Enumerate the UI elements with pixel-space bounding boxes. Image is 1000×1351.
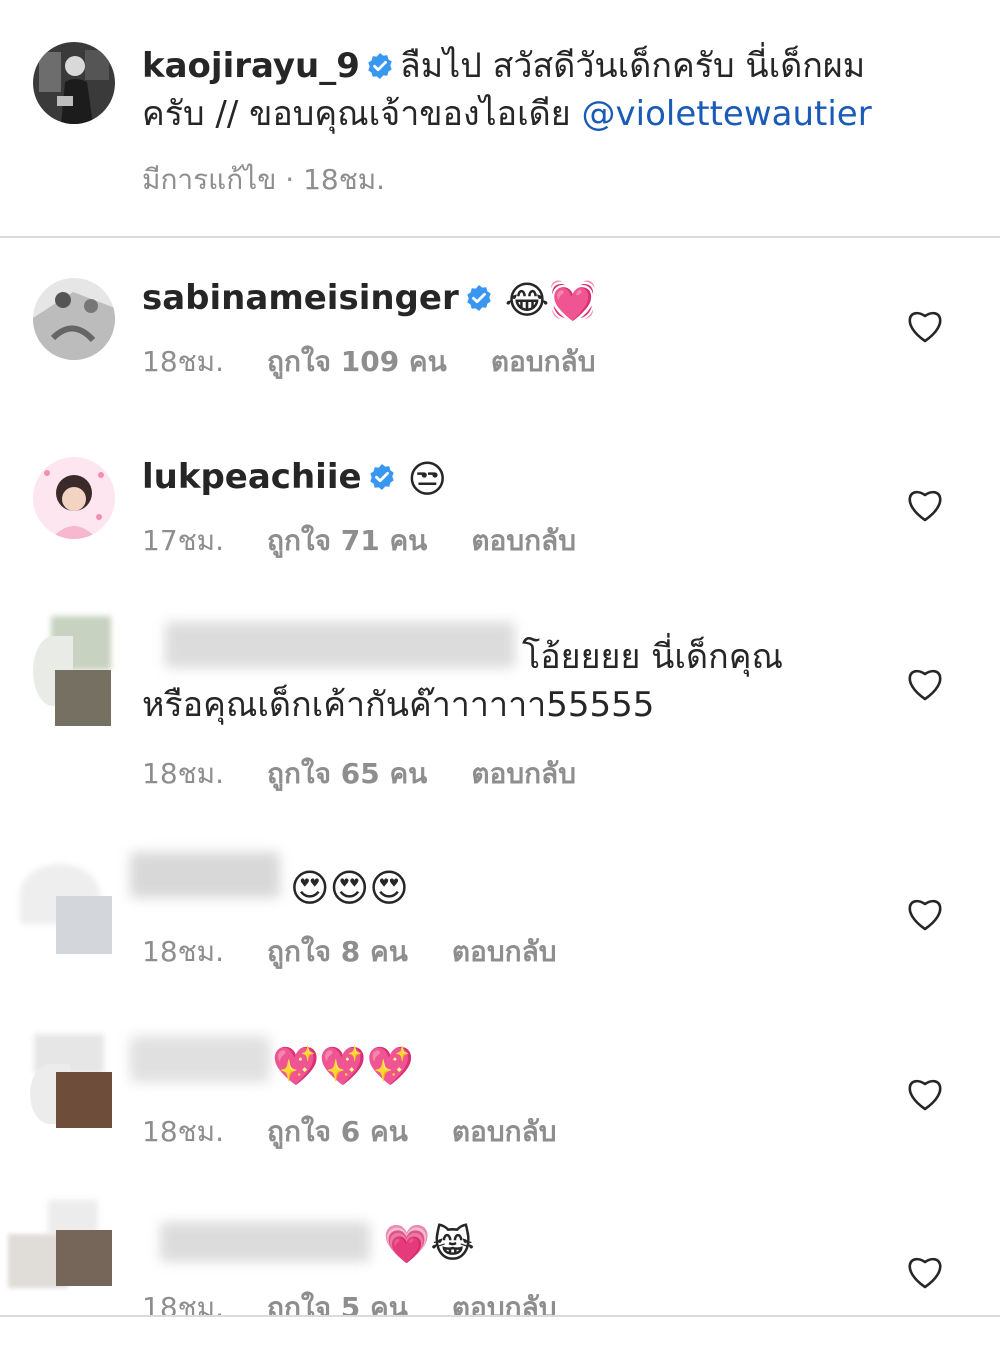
comment-item: 😍😍😍 18ชม. ถูกใจ 8 คน ตอบกลับ <box>0 846 1000 976</box>
verified-badge-icon <box>368 53 392 79</box>
reply-button[interactable]: ตอบกลับ <box>452 1115 557 1148</box>
comment-meta: 18ชม. ถูกใจ 6 คน ตอบกลับ <box>142 1110 557 1154</box>
comment-username[interactable]: sabinameisinger <box>142 278 459 318</box>
comment-time: 18ชม. <box>142 345 224 378</box>
bottom-divider <box>0 1315 1000 1351</box>
comment-meta: 18ชม. ถูกใจ 8 คน ตอบกลับ <box>142 930 557 974</box>
comment-username[interactable]: lukpeachiie <box>142 457 362 497</box>
reply-button[interactable]: ตอบกลับ <box>471 524 576 557</box>
caption-mention-link[interactable]: @violettewautier <box>582 94 872 134</box>
comment-item: 💖💖💖 18ชม. ถูกใจ 6 คน ตอบกลับ <box>0 1026 1000 1156</box>
reply-button[interactable]: ตอบกลับ <box>471 757 576 790</box>
heart-outline-icon[interactable] <box>906 1254 944 1290</box>
caption-username[interactable]: kaojirayu_9 <box>142 46 360 86</box>
comment-meta: 17ชม. ถูกใจ 71 คน ตอบกลับ <box>142 519 576 563</box>
censored-avatar[interactable] <box>8 1200 120 1310</box>
verified-badge-icon <box>467 285 491 311</box>
comment-text-line-1: โอ้ยยยย นี่เด็กคุณ <box>522 637 783 677</box>
caption-text: kaojirayu_9 ลืมไป สวัสดีวันเด็กครับ นี่เด… <box>142 42 922 138</box>
comment-item: โอ้ยยยย นี่เด็กคุณ หรือคุณเด็กเค้ากันค๊า… <box>0 616 1000 796</box>
caption-line-1: ลืมไป สวัสดีวันเด็กครับ นี่เด็กผม <box>399 46 866 86</box>
comment-avatar[interactable] <box>33 278 115 360</box>
comment-avatar[interactable] <box>33 457 115 539</box>
comment-meta: 18ชม. ถูกใจ 109 คน ตอบกลับ <box>142 340 595 384</box>
comment-likes[interactable]: ถูกใจ 71 คน <box>267 524 427 557</box>
heart-outline-icon[interactable] <box>906 666 944 702</box>
comment-likes[interactable]: ถูกใจ 109 คน <box>267 345 447 378</box>
post-caption: kaojirayu_9 ลืมไป สวัสดีวันเด็กครับ นี่เด… <box>0 0 1000 238</box>
comment-item: sabinameisinger 😂💓 18ชม. ถูกใจ 109 คน ตอบกล… <box>0 276 1000 406</box>
caption-line-2: ครับ // ขอบคุณเจ้าของไอเดีย <box>142 94 582 134</box>
comment-emoji: 😍😍😍 <box>290 866 409 910</box>
comment-likes[interactable]: ถูกใจ 6 คน <box>267 1115 408 1148</box>
censored-avatar[interactable] <box>20 864 115 954</box>
comment-item: lukpeachiie 😒 17ชม. ถูกใจ 71 คน ตอบกลับ <box>0 455 1000 585</box>
caption-meta: มีการแก้ไข · 18ชม. <box>142 163 386 196</box>
comment-likes[interactable]: ถูกใจ 65 คน <box>267 757 427 790</box>
comment-emoji: 😒 <box>407 457 448 501</box>
comment-emoji: 💗😹 <box>383 1222 475 1266</box>
censored-avatar[interactable] <box>30 1034 120 1134</box>
comment-item: 💗😹 18ชม. ถูกใจ 5 คน ตอบกลับ <box>0 1200 1000 1324</box>
comment-time: 17ชม. <box>142 524 224 557</box>
heart-outline-icon[interactable] <box>906 896 944 932</box>
comment-time: 18ชม. <box>142 757 224 790</box>
heart-outline-icon[interactable] <box>906 487 944 523</box>
comment-meta: 18ชม. ถูกใจ 65 คน ตอบกลับ <box>142 752 576 796</box>
reply-button[interactable]: ตอบกลับ <box>452 935 557 968</box>
heart-outline-icon[interactable] <box>906 1076 944 1112</box>
comment-emoji: 💖💖💖 <box>272 1044 414 1088</box>
comment-emoji: 😂💓 <box>504 278 597 322</box>
comment-time: 18ชม. <box>142 1115 224 1148</box>
caption-author-avatar[interactable] <box>33 42 115 124</box>
verified-badge-icon <box>369 464 394 490</box>
comment-likes[interactable]: ถูกใจ 8 คน <box>267 935 408 968</box>
reply-button[interactable]: ตอบกลับ <box>491 345 596 378</box>
censored-avatar[interactable] <box>33 616 115 726</box>
comment-text-line-2: หรือคุณเด็กเค้ากันค๊าาาาาา55555 <box>142 685 655 725</box>
heart-outline-icon[interactable] <box>906 308 944 344</box>
comment-time: 18ชม. <box>142 935 224 968</box>
